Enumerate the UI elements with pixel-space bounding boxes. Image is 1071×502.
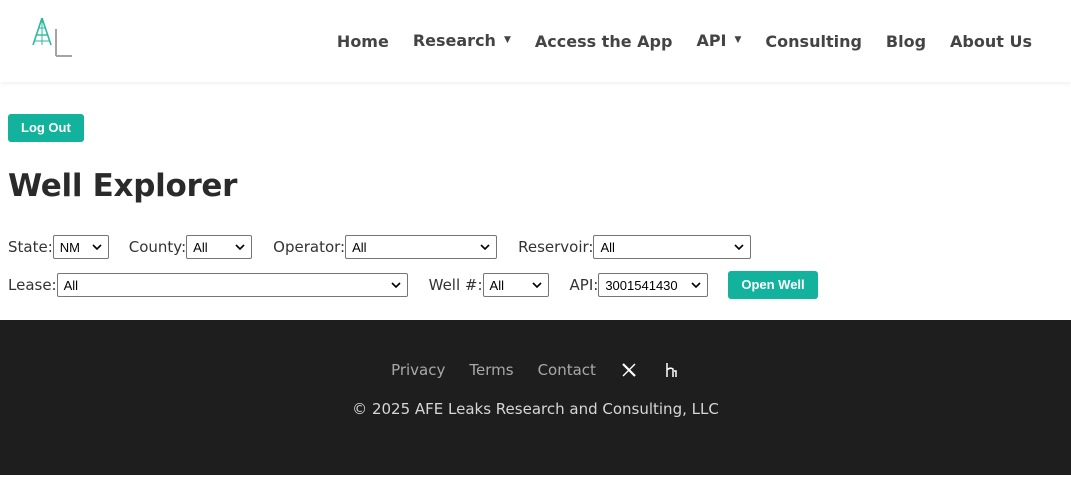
- lease-label: Lease:: [8, 276, 57, 294]
- operator-label: Operator:: [273, 238, 346, 256]
- reservoir-select[interactable]: All: [593, 235, 752, 259]
- chevron-down-icon: [734, 244, 745, 250]
- filter-row-2: Lease: All Well #: All API: 3001541430 O…: [8, 271, 818, 299]
- site-header: Home Research ▼ Access the App API ▼ Con…: [0, 0, 1071, 82]
- state-label: State:: [8, 238, 53, 256]
- nav-blog-label: Blog: [885, 31, 927, 51]
- x-icon[interactable]: [620, 361, 638, 379]
- county-label: County:: [128, 238, 187, 256]
- github-icon[interactable]: [662, 361, 680, 379]
- nav-home[interactable]: Home: [337, 32, 389, 51]
- copyright-text: © 2025 AFE Leaks Research and Consulting…: [352, 400, 719, 418]
- main-nav: Home Research ▼ Access the App API ▼ Con…: [313, 0, 1032, 82]
- nav-consulting-label: Consulting: [765, 31, 862, 51]
- nav-api-label: API: [696, 30, 727, 50]
- footer-link-terms[interactable]: Terms: [469, 361, 513, 379]
- state-select[interactable]: NM: [52, 235, 109, 259]
- footer-link-privacy[interactable]: Privacy: [391, 361, 445, 379]
- lease-value: All: [63, 277, 79, 293]
- api-value: 3001541430: [605, 277, 678, 293]
- nav-api[interactable]: API ▼: [696, 31, 741, 50]
- county-value: All: [193, 239, 208, 255]
- footer-link-contact[interactable]: Contact: [538, 361, 596, 379]
- footer-links: Privacy Terms Contact: [0, 361, 1071, 379]
- operator-value: All: [352, 239, 367, 255]
- api-label: API:: [569, 276, 599, 294]
- well-number-value: All: [489, 277, 504, 293]
- nav-access-label: Access the App: [534, 31, 673, 51]
- nav-about-label: About Us: [950, 31, 1032, 51]
- chevron-down-icon: [691, 282, 701, 288]
- chevron-down-icon: [391, 282, 401, 288]
- nav-blog[interactable]: Blog: [886, 32, 926, 51]
- reservoir-label: Reservoir:: [518, 238, 594, 256]
- log-out-button[interactable]: Log Out: [8, 114, 84, 142]
- nav-consulting[interactable]: Consulting: [765, 32, 862, 51]
- reservoir-value: All: [600, 239, 615, 255]
- api-select[interactable]: 3001541430: [598, 273, 709, 297]
- open-well-button[interactable]: Open Well: [728, 271, 818, 299]
- page-title: Well Explorer: [8, 168, 238, 204]
- site-footer: Privacy Terms Contact © 2025 AFE Leaks R…: [0, 320, 1071, 475]
- nav-home-label: Home: [336, 31, 389, 51]
- chevron-down-icon: [480, 244, 490, 250]
- well-number-select[interactable]: All: [482, 273, 549, 297]
- lease-select[interactable]: All: [56, 273, 408, 297]
- chevron-down-icon: [531, 282, 542, 288]
- afe-leaks-logo-icon[interactable]: [30, 15, 74, 59]
- state-value: NM: [59, 239, 80, 255]
- nav-research-label: Research: [412, 30, 496, 50]
- caret-down-icon: ▼: [734, 35, 742, 45]
- caret-down-icon: ▼: [503, 35, 511, 45]
- nav-access-the-app[interactable]: Access the App: [535, 32, 673, 51]
- chevron-down-icon: [92, 244, 102, 250]
- well-number-label: Well #:: [428, 276, 483, 294]
- chevron-down-icon: [235, 244, 245, 250]
- filter-row-1: State: NM County: All Operator: All Rese…: [8, 234, 752, 260]
- nav-research[interactable]: Research ▼: [413, 31, 511, 50]
- county-select[interactable]: All: [186, 235, 253, 259]
- nav-about-us[interactable]: About Us: [950, 32, 1032, 51]
- operator-select[interactable]: All: [345, 235, 498, 259]
